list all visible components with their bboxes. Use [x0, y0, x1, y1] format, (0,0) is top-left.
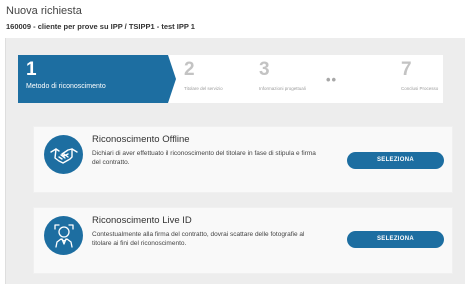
option-card-offline: Riconoscimento Offline Dichiari di aver …: [33, 126, 453, 193]
step-number: 1: [26, 59, 37, 80]
select-live-id-button[interactable]: SELEZIONA: [347, 231, 444, 248]
card-title: Riconoscimento Offline: [92, 134, 190, 145]
card-title: Riconoscimento Live ID: [92, 215, 192, 226]
step-7[interactable]: 7 Conclusi Processo: [393, 55, 443, 103]
step-1[interactable]: 1 Metodo di riconoscimento: [18, 55, 168, 103]
step-2[interactable]: 2 Titolare del servizio: [176, 55, 246, 103]
card-description: Dichiari di aver effettuato il riconosci…: [92, 150, 316, 166]
step-3[interactable]: 3 Informazioni progettuali: [251, 55, 331, 103]
step-label: Conclusi Processo: [401, 86, 439, 91]
person-id-icon: [44, 216, 83, 255]
handshake-icon: [44, 135, 83, 174]
steps-ellipsis: ••: [326, 72, 338, 87]
page-header: Nuova richiesta 160009 - cliente per pro…: [6, 4, 195, 32]
step-label: Informazioni progettuali: [259, 86, 306, 91]
step-number: 7: [401, 59, 412, 80]
select-offline-button[interactable]: SELEZIONA: [347, 152, 444, 169]
wizard-stepper: 1 Metodo di riconoscimento 2 Titolare de…: [18, 55, 443, 103]
page-title: Nuova richiesta: [6, 5, 82, 17]
step-label: Metodo di riconoscimento: [26, 83, 106, 90]
page-subtitle: 160009 - cliente per prove su IPP / TSIP…: [6, 22, 195, 31]
active-step-arrow: [168, 55, 176, 103]
step-label: Titolare del servizio: [184, 86, 223, 91]
option-card-live-id: Riconoscimento Live ID Contestualmente a…: [33, 207, 453, 274]
card-description: Contestualmente alla firma del contratto…: [92, 231, 305, 247]
step-number: 3: [259, 59, 270, 80]
step-number: 2: [184, 59, 195, 80]
